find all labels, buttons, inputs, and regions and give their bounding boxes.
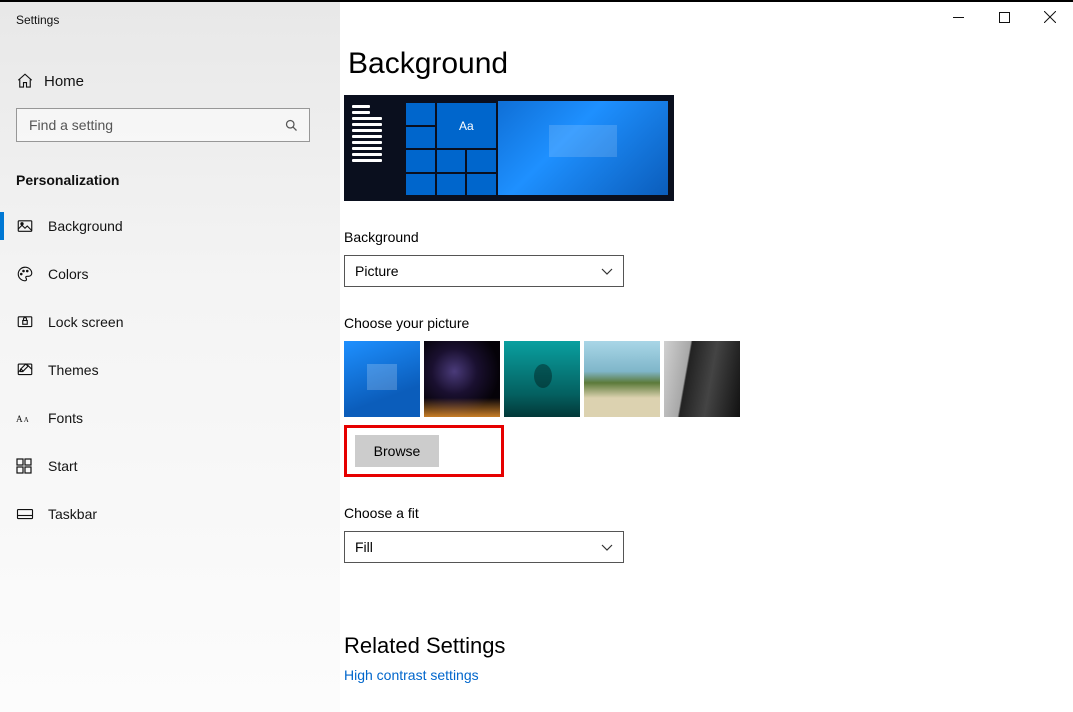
high-contrast-link[interactable]: High contrast settings — [344, 667, 1040, 683]
preview-start-tiles: Aa — [406, 101, 496, 195]
search-field[interactable] — [27, 116, 284, 134]
picture-thumb-3[interactable] — [504, 341, 580, 417]
picture-thumb-5[interactable] — [664, 341, 740, 417]
background-dropdown-value: Picture — [355, 263, 399, 279]
picture-thumb-1[interactable] — [344, 341, 420, 417]
palette-icon — [16, 265, 48, 283]
fit-dropdown-label: Choose a fit — [344, 505, 1040, 521]
minimize-button[interactable] — [935, 2, 981, 32]
search-input[interactable] — [16, 108, 310, 142]
sidebar: Settings Home Personalization — [0, 2, 340, 712]
themes-icon — [16, 361, 48, 379]
browse-button[interactable]: Browse — [355, 435, 439, 467]
lock-screen-icon — [16, 313, 48, 331]
maximize-button[interactable] — [981, 2, 1027, 32]
choose-picture-label: Choose your picture — [344, 315, 1040, 331]
sidebar-item-label: Background — [48, 218, 123, 234]
sidebar-item-label: Start — [48, 458, 78, 474]
taskbar-icon — [16, 507, 48, 521]
preview-aa-tile: Aa — [437, 103, 496, 148]
home-button[interactable]: Home — [0, 62, 340, 100]
svg-text:A: A — [24, 417, 29, 424]
home-icon — [16, 72, 44, 90]
background-dropdown-label: Background — [344, 229, 1040, 245]
preview-taskbar-mock — [350, 101, 406, 195]
chevron-down-icon — [601, 265, 613, 277]
sidebar-item-label: Fonts — [48, 410, 83, 426]
sidebar-item-label: Lock screen — [48, 314, 123, 330]
fit-dropdown-value: Fill — [355, 539, 373, 555]
background-preview: Aa — [344, 95, 674, 201]
close-button[interactable] — [1027, 2, 1073, 32]
svg-text:A: A — [16, 414, 23, 424]
sidebar-item-label: Taskbar — [48, 506, 97, 522]
fonts-icon: AA — [16, 410, 48, 426]
browse-highlight-box: Browse — [344, 425, 504, 477]
sidebar-item-label: Themes — [48, 362, 99, 378]
background-dropdown[interactable]: Picture — [344, 255, 624, 287]
picture-icon — [16, 217, 48, 235]
search-icon — [284, 118, 299, 133]
window-controls — [935, 2, 1073, 32]
related-settings-heading: Related Settings — [344, 633, 1040, 659]
sidebar-item-background[interactable]: Background — [0, 202, 340, 250]
sidebar-item-label: Colors — [48, 266, 88, 282]
preview-wallpaper — [498, 101, 668, 195]
sidebar-item-taskbar[interactable]: Taskbar — [0, 490, 340, 538]
sidebar-item-colors[interactable]: Colors — [0, 250, 340, 298]
category-heading: Personalization — [16, 172, 340, 188]
chevron-down-icon — [601, 541, 613, 553]
sidebar-item-lock-screen[interactable]: Lock screen — [0, 298, 340, 346]
main-content: Background Aa Background — [340, 2, 1073, 712]
app-title: Settings — [0, 7, 340, 27]
picture-thumbnails — [344, 341, 1040, 417]
page-title: Background — [344, 47, 1040, 81]
settings-window: Settings Home Personalization — [0, 2, 1073, 712]
start-icon — [16, 458, 48, 474]
sidebar-item-fonts[interactable]: AA Fonts — [0, 394, 340, 442]
picture-thumb-2[interactable] — [424, 341, 500, 417]
fit-dropdown[interactable]: Fill — [344, 531, 624, 563]
sidebar-item-start[interactable]: Start — [0, 442, 340, 490]
home-label: Home — [44, 73, 84, 90]
sidebar-item-themes[interactable]: Themes — [0, 346, 340, 394]
picture-thumb-4[interactable] — [584, 341, 660, 417]
